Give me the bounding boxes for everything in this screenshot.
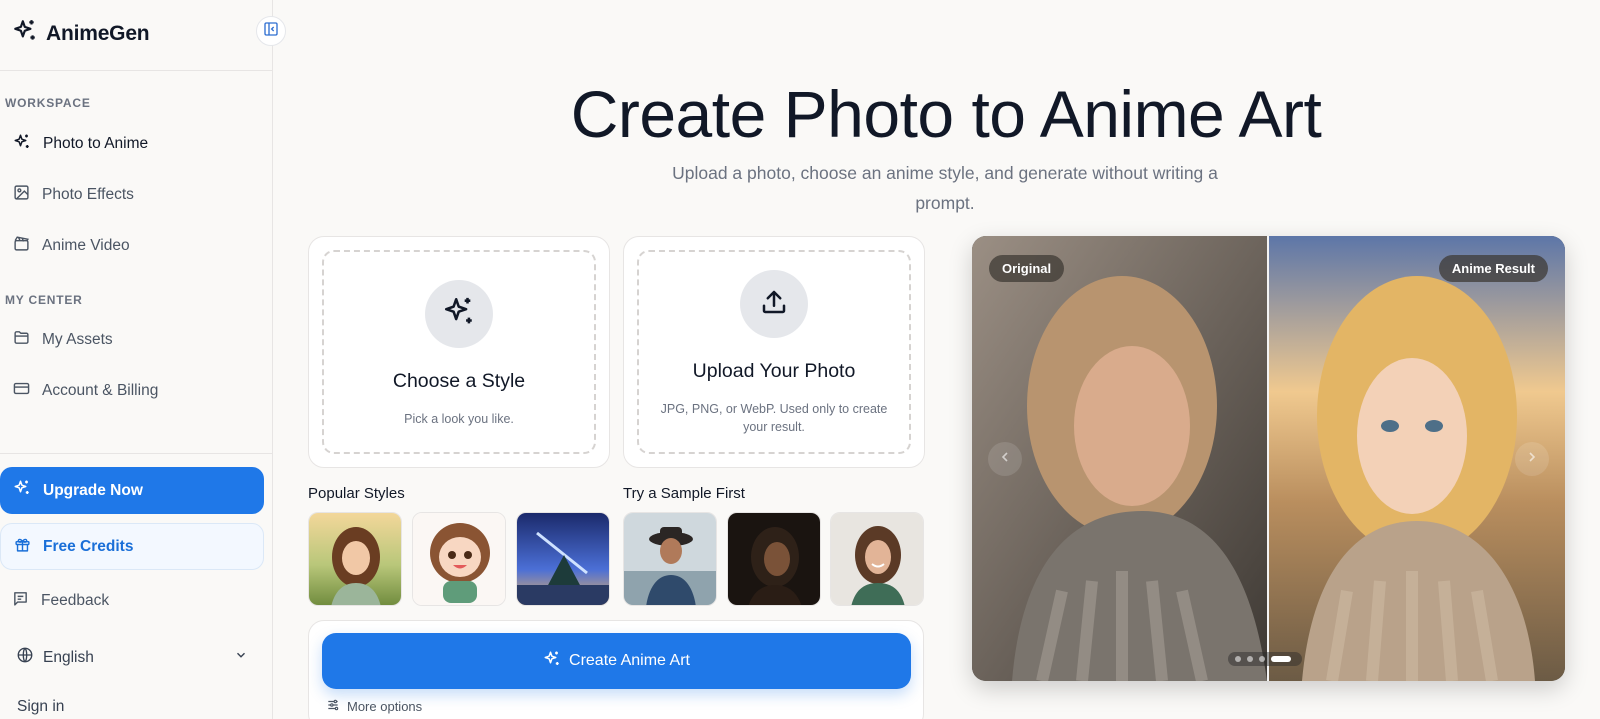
slide-dot[interactable] xyxy=(1235,656,1241,662)
upgrade-button[interactable]: Upgrade Now xyxy=(0,467,264,514)
upload-photo-desc: JPG, PNG, or WebP. Used only to create y… xyxy=(660,402,888,434)
page-subtitle: Upload a photo, choose an anime style, a… xyxy=(672,163,1218,213)
section-label-my-center: MY CENTER xyxy=(5,293,83,307)
style-thumbnail-chibi[interactable] xyxy=(412,512,506,606)
create-button-label: Create Anime Art xyxy=(569,652,690,669)
sidebar: AnimeGen WORKSPACE Photo to Anime Photo … xyxy=(0,0,273,719)
chevron-down-icon xyxy=(234,648,248,667)
collapse-sidebar-button[interactable] xyxy=(256,16,286,46)
popular-styles-label: Popular Styles xyxy=(308,485,405,502)
folder-icon xyxy=(13,329,30,351)
sparkles-icon xyxy=(13,133,31,156)
sliders-icon xyxy=(326,698,340,715)
chevron-right-icon xyxy=(1524,449,1540,470)
brand-name: AnimeGen xyxy=(46,21,150,45)
feedback-link[interactable]: Feedback xyxy=(12,590,109,612)
more-options-toggle[interactable]: More options xyxy=(326,698,422,715)
original-badge: Original xyxy=(989,255,1065,282)
page-title: Create Photo to Anime Art xyxy=(570,77,1322,151)
language-label: English xyxy=(43,648,94,666)
clapperboard-icon xyxy=(13,235,30,257)
feedback-label: Feedback xyxy=(41,592,110,609)
chevron-left-icon xyxy=(997,449,1013,470)
sidebar-item-label: Account & Billing xyxy=(42,382,159,399)
sample-thumbnail-dark-portrait[interactable] xyxy=(727,512,821,606)
feedback-icon xyxy=(12,590,29,612)
sample-thumbnail-cowboy[interactable] xyxy=(623,512,717,606)
upload-icon-circle xyxy=(740,270,808,338)
upgrade-label: Upgrade Now xyxy=(43,481,143,499)
sparkles-logo-icon xyxy=(12,18,38,49)
upload-photo-title: Upload Your Photo xyxy=(692,360,856,382)
before-after-preview[interactable]: Original Anime Result xyxy=(972,236,1565,681)
upload-icon xyxy=(759,287,789,322)
divider xyxy=(0,70,272,71)
slide-dot[interactable] xyxy=(1247,656,1253,662)
brand[interactable]: AnimeGen xyxy=(12,18,150,49)
style-thumbnail-meadow-portrait[interactable] xyxy=(308,512,402,606)
sign-in-link[interactable]: Sign in xyxy=(17,698,64,716)
choose-style-card[interactable]: Choose a Style Pick a look you like. xyxy=(308,236,610,468)
create-anime-art-button[interactable]: Create Anime Art xyxy=(322,633,911,689)
free-credits-label: Free Credits xyxy=(43,537,134,555)
style-thumbnail-fantasy-landscape[interactable] xyxy=(516,512,610,606)
slide-dot[interactable] xyxy=(1259,656,1265,662)
sidebar-item-anime-video[interactable]: Anime Video xyxy=(0,225,265,267)
language-select[interactable]: English xyxy=(16,646,248,669)
slide-indicator xyxy=(1228,652,1302,666)
sidebar-item-account-billing[interactable]: Account & Billing xyxy=(0,370,265,412)
sidebar-item-label: Photo Effects xyxy=(42,186,134,203)
divider xyxy=(0,453,272,454)
gift-icon xyxy=(14,536,31,558)
globe-icon xyxy=(16,646,34,669)
choose-style-desc: Pick a look you like. xyxy=(404,412,514,426)
prev-slide-button[interactable] xyxy=(988,442,1022,476)
free-credits-button[interactable]: Free Credits xyxy=(0,523,264,570)
choose-style-title: Choose a Style xyxy=(392,370,526,392)
preview-image xyxy=(972,236,1565,681)
sidebar-item-label: Photo to Anime xyxy=(43,135,149,152)
sparkles-icon xyxy=(543,650,561,673)
anime-result-badge: Anime Result xyxy=(1438,255,1548,282)
image-icon xyxy=(13,184,30,206)
section-label-workspace: WORKSPACE xyxy=(5,96,91,110)
slide-dot-active[interactable] xyxy=(1271,656,1291,662)
sample-thumbnail-smiling-woman[interactable] xyxy=(830,512,924,606)
sidebar-collapse-icon xyxy=(263,21,279,42)
style-icon-circle xyxy=(425,280,493,348)
sidebar-item-photo-to-anime[interactable]: Photo to Anime xyxy=(0,123,265,165)
dropzone-border: Upload Your Photo JPG, PNG, or WebP. Use… xyxy=(637,250,911,454)
more-options-label: More options xyxy=(347,699,423,714)
next-slide-button[interactable] xyxy=(1515,442,1549,476)
dropzone-border: Choose a Style Pick a look you like. xyxy=(322,250,596,454)
credit-card-icon xyxy=(13,380,30,402)
sidebar-item-photo-effects[interactable]: Photo Effects xyxy=(0,174,265,216)
sparkles-icon xyxy=(442,295,476,334)
upload-photo-card[interactable]: Upload Your Photo JPG, PNG, or WebP. Use… xyxy=(623,236,925,468)
sidebar-item-my-assets[interactable]: My Assets xyxy=(0,319,265,361)
sidebar-item-label: My Assets xyxy=(42,331,113,348)
sidebar-item-label: Anime Video xyxy=(42,237,130,254)
try-sample-label: Try a Sample First xyxy=(623,485,745,502)
sparkles-icon xyxy=(13,479,31,502)
